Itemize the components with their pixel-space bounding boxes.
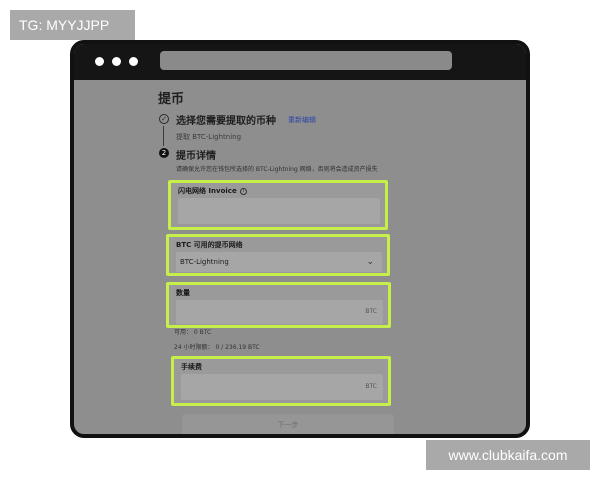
window-dot-icon[interactable] xyxy=(95,57,104,66)
watermark: www.clubkaifa.com xyxy=(426,440,590,470)
invoice-field-group: 闪电网络 Invoice i xyxy=(168,180,388,230)
fee-field-group: 手续费 BTC xyxy=(171,356,391,406)
address-bar[interactable] xyxy=(160,51,452,70)
step-complete-icon: ✓ xyxy=(159,114,169,124)
amount-input[interactable]: BTC xyxy=(176,300,383,324)
step2-title: 提币详情 xyxy=(176,151,216,162)
page-title: 提币 xyxy=(158,92,185,107)
amount-label: 数量 xyxy=(176,289,190,297)
window-dot-icon[interactable] xyxy=(129,57,138,66)
chevron-down-icon: ⌄ xyxy=(366,257,374,267)
amount-unit: BTC xyxy=(365,308,377,315)
network-label: BTC 可用的提币网络 xyxy=(176,241,243,249)
daily-limit: 24 小时限额： 0 / 236.19 BTC xyxy=(174,344,260,351)
browser-window: 提币 ✓ 选择您需要提取的币种 重新编辑 提取 BTC-Lightning 2 … xyxy=(70,40,530,438)
invoice-input[interactable] xyxy=(178,198,380,224)
step1-title: 选择您需要提取的币种 xyxy=(176,116,276,127)
window-dot-icon[interactable] xyxy=(112,57,121,66)
step1-summary: 提取 BTC-Lightning xyxy=(176,133,242,141)
fee-label: 手续费 xyxy=(181,363,202,371)
invoice-label: 闪电网络 Invoice i xyxy=(178,186,247,196)
fee-input[interactable]: BTC xyxy=(181,374,383,400)
title-bar xyxy=(74,44,526,80)
reselect-link[interactable]: 重新编辑 xyxy=(288,115,316,125)
fee-unit: BTC xyxy=(365,383,377,390)
amount-field-group: 数量 BTC xyxy=(166,282,391,328)
network-field-group: BTC 可用的提币网络 BTC-Lightning ⌄ xyxy=(166,234,390,276)
withdraw-page: 提币 ✓ 选择您需要提取的币种 重新编辑 提取 BTC-Lightning 2 … xyxy=(74,80,526,434)
step2-number: 2 xyxy=(159,148,169,158)
info-icon[interactable]: i xyxy=(239,187,247,195)
network-select[interactable]: BTC-Lightning ⌄ xyxy=(176,252,382,272)
next-button[interactable]: 下一步 xyxy=(182,414,394,434)
network-selected-value: BTC-Lightning xyxy=(180,258,229,266)
tg-label: TG: MYYJJPP xyxy=(10,10,135,40)
available-balance: 可用： 0 BTC xyxy=(174,329,212,336)
step-connector xyxy=(163,126,164,146)
step2-description: 请确保允许您在钱包所选择的 BTC-Lightning 网络，否则将会造成资产损… xyxy=(176,166,378,173)
